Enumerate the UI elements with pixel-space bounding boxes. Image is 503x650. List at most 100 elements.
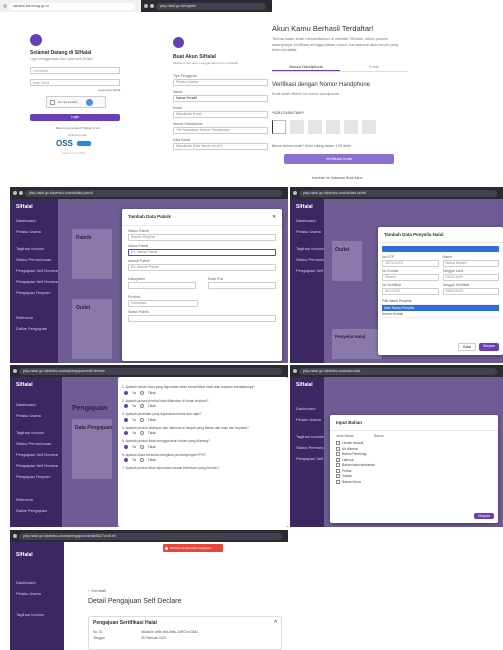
nama-input[interactable]: Nama Sendiri bbox=[442, 260, 499, 267]
back-to-register-link[interactable]: Kembali ke Halaman Buat Akun bbox=[312, 176, 363, 180]
alamat-pabrik-input[interactable]: Ex: Alamat Pabrik bbox=[128, 264, 276, 271]
option-item[interactable]: Bahan baku tambahan bbox=[336, 463, 492, 467]
sidebar-item-daftar[interactable]: Daftar Pengajuan bbox=[10, 323, 58, 334]
checkbox-icon[interactable] bbox=[336, 463, 340, 467]
sidebar-item-status[interactable]: Status Permohonan bbox=[10, 254, 58, 265]
sidebar-item-daftar[interactable]: Daftar Pengajuan bbox=[10, 505, 62, 516]
otp-box[interactable] bbox=[272, 120, 286, 134]
address-bar[interactable]: siahalal.kemenag.go.id bbox=[9, 2, 135, 10]
back-link[interactable]: ‹ Kembali bbox=[88, 588, 106, 593]
tgl-sertifikat-input[interactable]: 26/02/2023 bbox=[442, 288, 499, 295]
sidebar-item-tagihan[interactable]: Tagihan Invoice bbox=[10, 609, 64, 620]
sidebar-item-pelaku-usaha[interactable]: Pelaku Usaha bbox=[10, 226, 58, 237]
sidebar-item-dashboard[interactable]: Dashboard bbox=[10, 399, 62, 410]
forgot-password-link[interactable]: Lupa Kata Sandi bbox=[98, 88, 134, 92]
option-item[interactable]: Perisa bbox=[336, 468, 492, 473]
sidebar-item-pelaku-usaha[interactable]: Pelaku Usaha bbox=[290, 414, 324, 425]
save-button[interactable]: Simpan bbox=[474, 513, 494, 519]
verify-button[interactable]: Verifikasi Kode bbox=[284, 154, 394, 164]
sidebar-item-pelaku-usaha[interactable]: Pelaku Usaha bbox=[10, 588, 64, 599]
sidebar-item-dashboard[interactable]: Dashboard bbox=[10, 215, 58, 226]
tab-phone[interactable]: Nomor Handphone bbox=[272, 62, 340, 71]
username-input[interactable]: Username bbox=[30, 67, 120, 74]
kodepos-input[interactable] bbox=[208, 282, 276, 289]
checkbox-icon[interactable] bbox=[336, 441, 340, 445]
radio-no[interactable] bbox=[139, 444, 144, 449]
sidebar-item-reguler[interactable]: Pengajuan Reguler bbox=[10, 287, 58, 298]
address-bar[interactable]: ptsp.halal.go.id/pelaku-usaha/produk bbox=[299, 367, 497, 375]
sidebar-item-dashboard[interactable]: Dashboard bbox=[10, 577, 64, 588]
sidebar-item-status[interactable]: Status Permohonan bbox=[290, 254, 324, 265]
otp-box[interactable] bbox=[344, 120, 358, 134]
otp-box[interactable] bbox=[326, 120, 340, 134]
password-input[interactable]: Masukkan Kata Sandi min 8 K bbox=[173, 143, 268, 150]
radio-no[interactable] bbox=[139, 431, 144, 435]
radio-no[interactable] bbox=[139, 417, 144, 422]
chevron-up-icon[interactable]: ^ bbox=[274, 620, 277, 626]
sidebar-item-self-declare[interactable]: Pengajuan Self Declare bbox=[10, 449, 62, 460]
checkbox-icon[interactable] bbox=[336, 457, 340, 462]
cancel-button[interactable]: Batal bbox=[458, 343, 477, 351]
sidebar-item-self-declare[interactable]: Pengajuan Self Declare bbox=[290, 265, 324, 276]
captcha-box[interactable]: I'm not a robot bbox=[46, 96, 106, 108]
radio-yes[interactable] bbox=[124, 431, 128, 435]
sidebar-item-self-declare[interactable]: Pengajuan Self Declare bbox=[290, 453, 324, 464]
sidebar-item-pelaku-usaha[interactable]: Pelaku Usaha bbox=[10, 410, 62, 421]
sidebar-item-pelaku-usaha[interactable]: Pelaku Usaha bbox=[290, 226, 324, 237]
otp-box[interactable] bbox=[308, 120, 322, 134]
sidebar-item-reguler[interactable]: Pengajuan Reguler bbox=[10, 471, 62, 482]
sidebar-item-self-declare-2[interactable]: Pengajuan Self Declare bbox=[10, 276, 58, 287]
radio-no[interactable] bbox=[139, 458, 144, 462]
kontak-input[interactable]: 08xxxx bbox=[382, 274, 439, 281]
sidebar-item-self-declare-2[interactable]: Pengajuan Self Declare bbox=[10, 460, 62, 471]
address-bar[interactable]: ptsp.halal.go.id/pelaku-usaha/data-pabri… bbox=[25, 189, 282, 197]
otp-box[interactable] bbox=[290, 120, 304, 134]
sidebar-item-tagihan[interactable]: Tagihan Invoice bbox=[10, 243, 58, 254]
nama-pabrik-input[interactable]: Ex: Nama Pabrik bbox=[128, 249, 276, 256]
tab-email[interactable]: Email bbox=[340, 62, 408, 71]
otp-box[interactable] bbox=[362, 120, 376, 134]
option-item[interactable]: Garam bbox=[336, 474, 492, 478]
radio-yes[interactable] bbox=[124, 404, 128, 408]
kota-select[interactable] bbox=[128, 282, 196, 289]
close-icon[interactable]: ✕ bbox=[272, 214, 276, 220]
sidebar-item-referensi[interactable]: Referensi bbox=[10, 494, 62, 505]
checkbox-icon[interactable] bbox=[336, 446, 340, 451]
address-bar[interactable]: ptsp.halal.go.id/pelaku-usaha/pengajuan/… bbox=[19, 367, 282, 375]
sidebar-item-tagihan[interactable]: Tagihan Invoice bbox=[290, 431, 324, 442]
radio-yes[interactable] bbox=[124, 390, 128, 395]
checkbox-icon[interactable] bbox=[50, 99, 55, 105]
save-button[interactable]: Simpan bbox=[479, 343, 499, 351]
tipe-select[interactable]: Pelaku Usaha bbox=[173, 79, 268, 86]
radio-no[interactable] bbox=[139, 390, 144, 395]
radio-no[interactable] bbox=[139, 404, 144, 408]
sidebar-item-dashboard[interactable]: Dashboard bbox=[290, 403, 324, 414]
search-bar[interactable] bbox=[382, 246, 499, 252]
email-input[interactable]: Masukkan Email bbox=[173, 111, 268, 118]
address-bar[interactable]: ptsp.halal.go.id/pelaku-usaha/pengajuan/… bbox=[19, 532, 282, 540]
provinsi-select[interactable]: Indonesia bbox=[128, 300, 198, 307]
sidebar-item-referensi[interactable]: Referensi bbox=[10, 312, 58, 323]
sidebar-item-self-declare[interactable]: Pengajuan Self Declare bbox=[10, 265, 58, 276]
option-item[interactable]: Lainnya bbox=[336, 457, 492, 462]
radio-yes[interactable] bbox=[124, 458, 128, 462]
radio-yes[interactable] bbox=[124, 417, 128, 422]
checkbox-icon[interactable] bbox=[336, 468, 340, 473]
ktp-input[interactable]: 3374-XXXX bbox=[382, 260, 439, 267]
sidebar-item-tagihan[interactable]: Tagihan Invoice bbox=[290, 243, 324, 254]
sidebar-item-status[interactable]: Status Permohonan bbox=[10, 438, 62, 449]
checkbox-icon[interactable] bbox=[336, 479, 340, 484]
password-input[interactable]: Kata Sandi bbox=[30, 79, 120, 86]
address-bar[interactable]: ptsp.halal.go.id/pelaku-usaha/data-outle… bbox=[299, 189, 497, 197]
checkbox-icon[interactable] bbox=[336, 452, 340, 456]
login-button[interactable]: Login bbox=[30, 114, 120, 121]
sidebar-item-status[interactable]: Status Permohonan bbox=[290, 442, 324, 453]
list-item[interactable]: Pilih Nama Penyelia bbox=[382, 298, 499, 305]
nama-input[interactable]: Nama Sendiri bbox=[173, 95, 268, 102]
option-item[interactable]: Bahan Kimia bbox=[336, 479, 492, 484]
list-item[interactable]: Nomor Kontak bbox=[382, 311, 499, 318]
sidebar-item-dashboard[interactable]: Dashboard bbox=[290, 215, 324, 226]
option-item[interactable]: Air Mineral bbox=[336, 446, 492, 451]
tgl-lahir-input[interactable]: 01/01/1990 bbox=[442, 274, 499, 281]
address-bar[interactable]: ptsp.halal.go.id/register bbox=[156, 2, 266, 10]
